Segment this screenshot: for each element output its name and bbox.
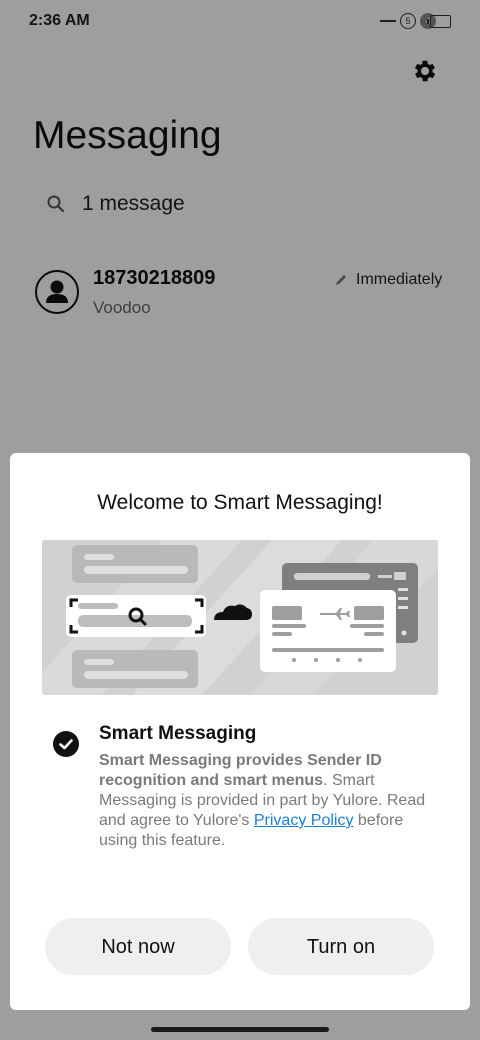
dialog-title: Welcome to Smart Messaging! bbox=[97, 491, 383, 514]
smart-messaging-dialog: Welcome to Smart Messaging! Smart Messag… bbox=[10, 453, 470, 1010]
not-now-button[interactable]: Not now bbox=[45, 918, 231, 975]
checkmark-icon bbox=[59, 739, 73, 750]
smart-messaging-illustration bbox=[42, 540, 438, 695]
option-description: Smart Messaging provides Sender ID recog… bbox=[99, 751, 429, 851]
option-title: Smart Messaging bbox=[99, 723, 257, 744]
smart-messaging-checkbox[interactable] bbox=[53, 731, 79, 757]
privacy-policy-link[interactable]: Privacy Policy bbox=[254, 812, 354, 829]
turn-on-button[interactable]: Turn on bbox=[248, 918, 434, 975]
home-indicator[interactable] bbox=[151, 1027, 329, 1032]
